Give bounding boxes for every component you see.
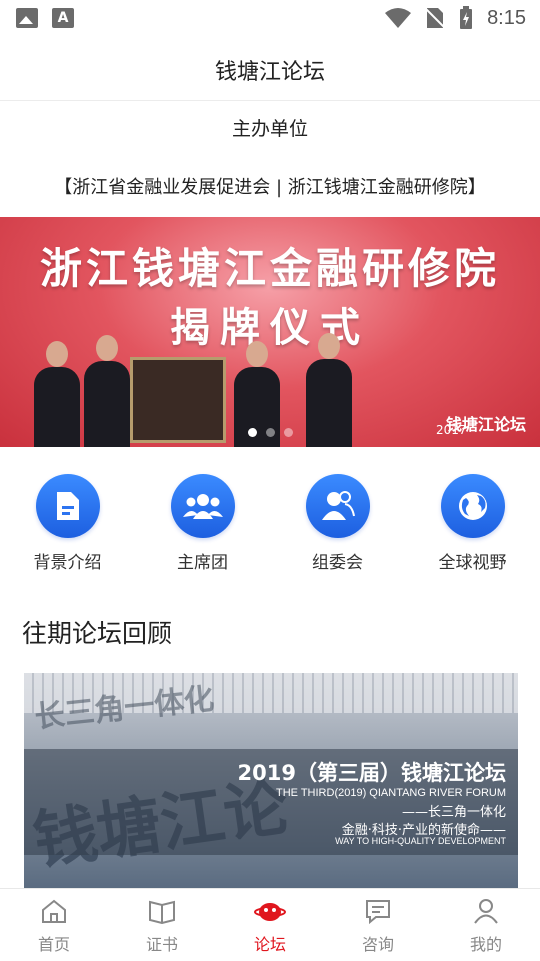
clock: 8:15 bbox=[487, 6, 526, 29]
organizer-heading: 主办单位 bbox=[231, 118, 308, 140]
banner-subheadline: 揭牌仪式 bbox=[170, 304, 370, 351]
book-icon bbox=[149, 900, 175, 925]
forum-subtitle: ——长三角一体化 bbox=[401, 805, 506, 820]
tab-home[interactable]: 首页 bbox=[0, 889, 108, 961]
tab-forum[interactable]: 论坛 bbox=[216, 889, 324, 961]
carousel-dot[interactable] bbox=[247, 428, 257, 437]
banner-headline: 浙江钱塘江金融研修院 bbox=[39, 244, 500, 293]
committee-icon bbox=[305, 474, 370, 538]
quick-link-label: 全球视野 bbox=[438, 553, 507, 573]
person-icon bbox=[474, 899, 498, 924]
home-icon bbox=[42, 899, 66, 923]
tab-consult[interactable]: 咨询 bbox=[324, 889, 432, 961]
document-icon bbox=[35, 474, 100, 538]
quick-link-committee[interactable]: 组委会 bbox=[270, 474, 405, 584]
no-sim-icon bbox=[425, 7, 446, 29]
forum-title: 2019（第三届）钱塘江论坛 bbox=[237, 761, 506, 785]
section-title: 往期论坛回顾 bbox=[22, 619, 173, 648]
banner-carousel[interactable]: 浙江钱塘江金融研修院 揭牌仪式 2017 钱塘江论坛 bbox=[0, 217, 540, 447]
tab-mine[interactable]: 我的 bbox=[432, 889, 540, 961]
quick-links: 背景介绍 主席团 组委会 全球视野 bbox=[0, 474, 540, 584]
page-title: 钱塘江论坛 bbox=[214, 60, 325, 85]
battery-charging-icon bbox=[460, 6, 473, 29]
forum-english-title: THE THIRD(2019) QIANTANG RIVER FORUM bbox=[275, 787, 506, 799]
forum-icon bbox=[254, 903, 286, 921]
organizer-names: 【浙江省金融业发展促进会 | 浙江钱塘江金融研修院】 bbox=[54, 177, 486, 198]
image-notification-icon bbox=[16, 8, 38, 28]
globe-icon bbox=[440, 474, 505, 538]
quick-link-global-view[interactable]: 全球视野 bbox=[405, 474, 540, 584]
tab-certificate[interactable]: 证书 bbox=[108, 889, 216, 961]
carousel-indicator bbox=[0, 428, 540, 437]
quick-link-label: 背景介绍 bbox=[33, 553, 102, 573]
bottom-tab-bar: 首页 证书 论坛 咨询 我的 bbox=[0, 888, 540, 961]
font-notification-icon: A bbox=[52, 8, 74, 28]
quick-link-presidium[interactable]: 主席团 bbox=[135, 474, 270, 584]
wifi-icon bbox=[385, 8, 412, 28]
carousel-dot[interactable] bbox=[265, 428, 275, 437]
status-bar: A 8:15 bbox=[0, 0, 540, 36]
forum-english-theme: WAY TO HIGH-QUALITY DEVELOPMENT bbox=[335, 836, 506, 846]
tab-label: 证书 bbox=[145, 935, 178, 954]
message-icon bbox=[366, 900, 390, 925]
app-header: 钱塘江论坛 bbox=[0, 36, 540, 101]
carousel-dot[interactable] bbox=[283, 428, 293, 437]
forum-review-card[interactable]: 长三角一体化 钱塘江论 2019（第三届）钱塘江论坛 THE THIRD(201… bbox=[24, 673, 518, 889]
group-icon bbox=[170, 474, 235, 538]
tab-label: 我的 bbox=[469, 935, 502, 954]
tab-label: 首页 bbox=[37, 935, 70, 954]
tab-label: 咨询 bbox=[361, 935, 394, 954]
quick-link-background[interactable]: 背景介绍 bbox=[0, 474, 135, 584]
tab-label: 论坛 bbox=[253, 935, 286, 954]
quick-link-label: 主席团 bbox=[177, 553, 228, 573]
quick-link-label: 组委会 bbox=[312, 553, 363, 573]
